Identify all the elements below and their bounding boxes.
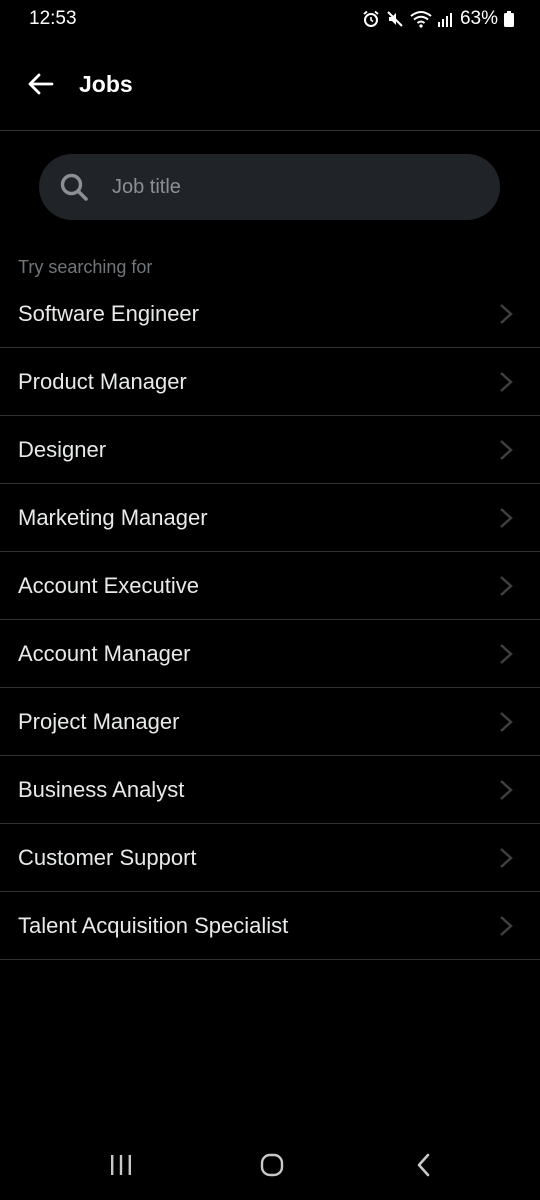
list-item-label: Designer [18,437,107,462]
chevron-right-icon [500,372,513,392]
list-item[interactable]: Customer Support [0,824,540,892]
system-back-button[interactable] [404,1150,444,1180]
back-button[interactable] [22,66,58,102]
home-icon [260,1153,284,1177]
chevron-right-icon [500,916,513,936]
list-item-label: Customer Support [18,845,197,870]
chevron-right-icon [500,644,513,664]
back-icon [417,1153,430,1177]
recents-button[interactable] [101,1150,141,1180]
list-item-label: Marketing Manager [18,505,208,530]
chevron-right-icon [500,576,513,596]
chevron-right-icon [500,304,513,324]
signal-icon [437,13,452,27]
home-button[interactable] [252,1150,292,1180]
chevron-right-icon [500,780,513,800]
list-item-label: Product Manager [18,369,187,394]
list-item-label: Business Analyst [18,777,185,802]
alarm-icon [363,10,379,27]
list-item-label: Talent Acquisition Specialist [18,913,289,938]
list-item[interactable]: Talent Acquisition Specialist [0,892,540,960]
suggestions-heading: Try searching for [18,257,153,277]
list-item[interactable]: Software Engineer [0,280,540,348]
chevron-right-icon [500,712,513,732]
list-item-label: Software Engineer [18,301,199,326]
chevron-right-icon [500,508,513,528]
list-item[interactable]: Account Executive [0,552,540,620]
list-item-label: Project Manager [18,709,180,734]
chevron-right-icon [500,440,513,460]
search-input[interactable] [112,154,482,220]
list-item-label: Account Executive [18,573,199,598]
battery-icon [504,11,514,27]
chevron-right-icon [500,848,513,868]
battery-percent: 63% [459,8,498,29]
status-time: 12:53 [29,8,77,29]
recents-icon [111,1155,131,1175]
system-nav-bar [0,1130,540,1200]
list-item[interactable]: Designer [0,416,540,484]
page-title: Jobs [79,71,133,97]
search-icon [60,173,88,201]
list-item[interactable]: Project Manager [0,688,540,756]
arrow-left-icon [28,73,54,95]
list-item[interactable]: Account Manager [0,620,540,688]
header: Jobs [0,40,540,131]
status-bar: 12:53 63% [0,0,540,40]
list-item[interactable]: Product Manager [0,348,540,416]
suggestions-list: Software Engineer Product Manager Design… [0,280,540,960]
wifi-icon [410,11,432,28]
search-box[interactable] [39,154,500,220]
list-item[interactable]: Business Analyst [0,756,540,824]
list-item-label: Account Manager [18,641,191,666]
list-item[interactable]: Marketing Manager [0,484,540,552]
status-icons: 63% [362,8,514,30]
mute-icon [387,11,403,27]
